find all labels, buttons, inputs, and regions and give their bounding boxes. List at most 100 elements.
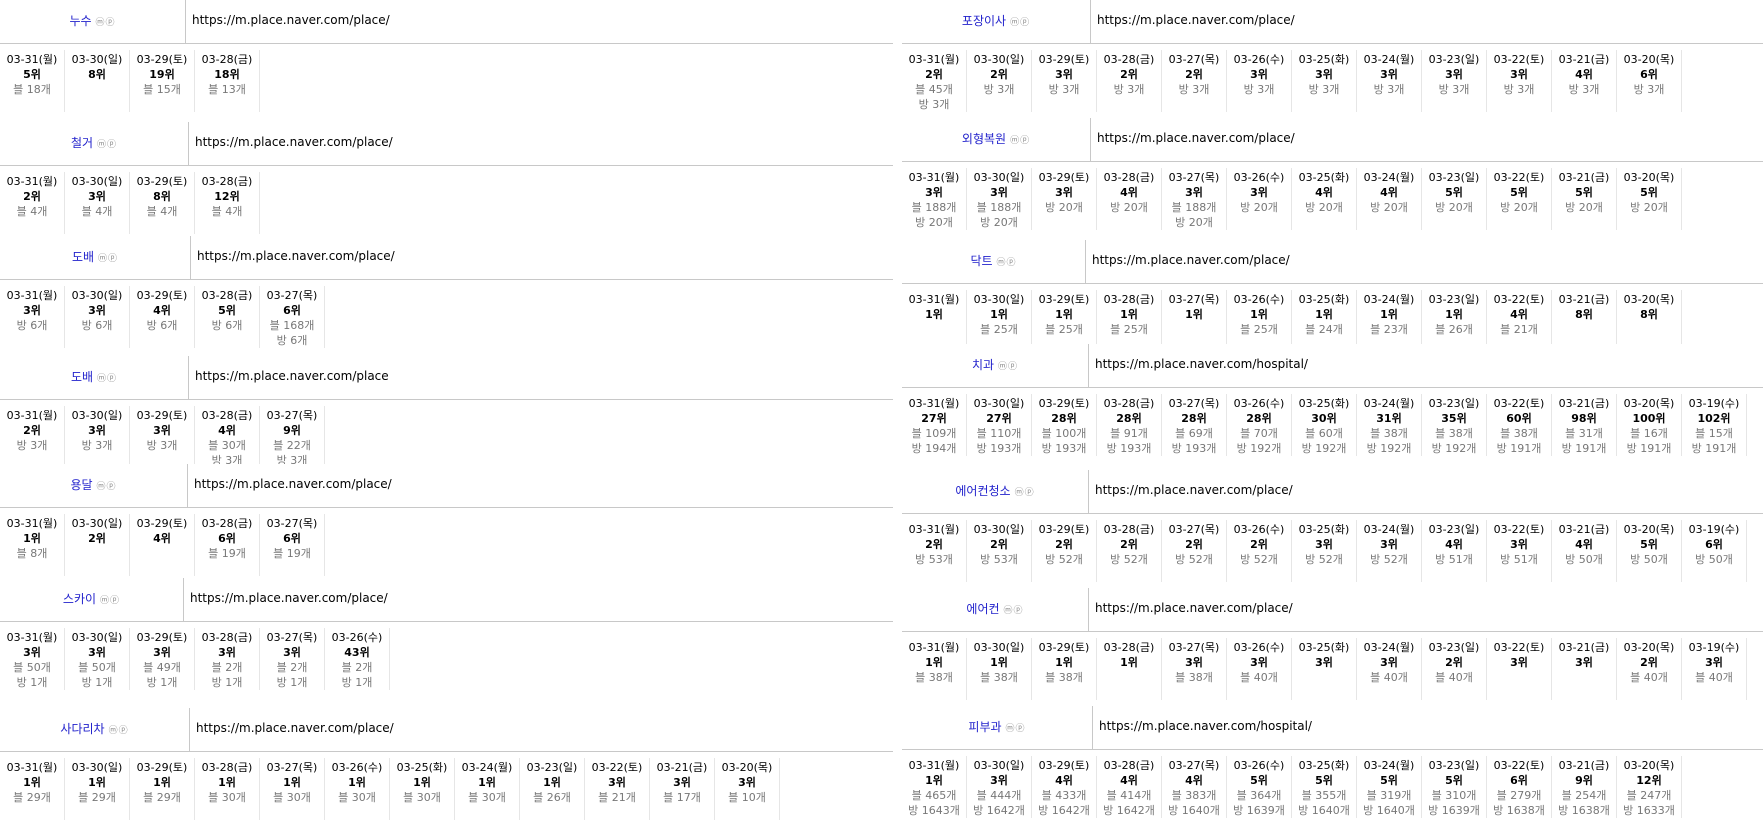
rank-date: 03-30(일) (973, 171, 1025, 184)
mobile-place-icon[interactable]: ⓜⓟ (98, 254, 118, 264)
keyword-link[interactable]: 외형복원 ⓜⓟ (902, 118, 1090, 161)
blog-count: 블 247개 (1626, 789, 1672, 802)
rank-value: 1위 (925, 308, 943, 321)
rank-value: 28위 (1116, 412, 1142, 425)
rank-value: 18위 (214, 68, 240, 81)
keyword-label: 사다리차 (60, 722, 105, 736)
rank-value: 6위 (283, 532, 301, 545)
keyword-link[interactable]: 용달 ⓜⓟ (0, 464, 187, 507)
mobile-place-icon[interactable]: ⓜⓟ (1010, 136, 1030, 146)
room-count (967, 685, 1031, 700)
keyword-link[interactable]: 도배 ⓜⓟ (0, 356, 188, 399)
rank-value: 3위 (1510, 656, 1528, 669)
place-url-link[interactable]: https://m.place.naver.com/place/ (185, 0, 893, 43)
rank-value: 2위 (1185, 538, 1203, 551)
place-url-link[interactable]: https://m.place.naver.com/place/ (188, 122, 893, 165)
rank-date: 03-24(월) (1363, 171, 1415, 184)
place-url-link[interactable]: https://m.place.naver.com/place/ (1088, 470, 1763, 513)
place-url-link[interactable]: https://m.place.naver.com/place/ (187, 464, 893, 507)
keyword-link[interactable]: 스카이 ⓜⓟ (0, 578, 183, 621)
keyword-link[interactable]: 치과 ⓜⓟ (902, 344, 1088, 387)
mobile-place-icon[interactable]: ⓜⓟ (998, 362, 1018, 372)
place-url-link[interactable]: https://m.place.naver.com/place/ (183, 578, 893, 621)
rank-value: 2위 (1120, 68, 1138, 81)
mobile-place-icon[interactable]: ⓜⓟ (109, 726, 129, 736)
keyword-link[interactable]: 닥트 ⓜⓟ (902, 240, 1085, 283)
rank-cell: 03-21(금) 3위 (1552, 638, 1617, 700)
rank-date: 03-21(금) (1558, 641, 1610, 654)
rank-cell: 03-30(일) 1위 블 38개 (967, 638, 1032, 700)
mobile-place-icon[interactable]: ⓜⓟ (997, 258, 1017, 268)
room-count: 방 191개 (1561, 442, 1607, 455)
mobile-place-icon[interactable]: ⓜⓟ (97, 374, 117, 384)
keyword-link[interactable]: 누수 ⓜⓟ (0, 0, 185, 43)
rank-cell: 03-29(토) 4위 블 433개 방 1642개 (1032, 756, 1097, 818)
rank-history: 03-31(월) 2위 방 3개 03-30(일) 3위 방 3개 03-29(토) 3위 방 … (0, 406, 325, 468)
rank-value: 28위 (1246, 412, 1272, 425)
room-count: 방 191개 (1626, 442, 1672, 455)
place-url-link[interactable]: https://m.place.naver.com/place/ (1085, 240, 1763, 283)
room-count (1032, 337, 1096, 344)
rank-date: 03-25(화) (1298, 397, 1350, 410)
room-count (1422, 567, 1486, 582)
rank-value: 1위 (1380, 308, 1398, 321)
rank-date: 03-29(토) (136, 175, 188, 188)
mobile-place-icon[interactable]: ⓜⓟ (97, 140, 117, 150)
place-url-link[interactable]: https://m.place.naver.com/place/ (1088, 588, 1763, 631)
keyword-label: 용달 (70, 478, 93, 492)
keyword-link[interactable]: 도배 ⓜⓟ (0, 236, 190, 279)
rank-cell: 03-20(목) 100위 블 16개 방 191개 (1617, 394, 1682, 456)
rank-value: 2위 (990, 538, 1008, 551)
rank-date: 03-20(목) (1623, 523, 1675, 536)
rank-value: 35위 (1441, 412, 1467, 425)
blog-count: 방 6개 (16, 319, 48, 332)
rank-date: 03-20(목) (1623, 293, 1675, 306)
place-url-link[interactable]: https://m.place.naver.com/place/ (1090, 118, 1763, 161)
mobile-place-icon[interactable]: ⓜⓟ (100, 596, 120, 606)
rank-value: 3위 (1055, 186, 1073, 199)
room-count (967, 97, 1031, 112)
keyword-label: 피부과 (968, 720, 1002, 734)
keyword-link[interactable]: 에어컨청소 ⓜⓟ (902, 470, 1088, 513)
rank-cell: 03-29(토) 3위 방 20개 (1032, 168, 1097, 230)
room-count (1357, 97, 1421, 112)
rank-date: 03-29(토) (136, 289, 188, 302)
place-url-link[interactable]: https://m.place.naver.com/hospital/ (1092, 706, 1763, 749)
mobile-place-icon[interactable]: ⓜⓟ (97, 482, 117, 492)
blog-count: 블 23개 (1370, 323, 1408, 336)
place-url-link[interactable]: https://m.place.naver.com/place/ (1090, 0, 1763, 43)
mobile-place-icon[interactable]: ⓜⓟ (1006, 724, 1026, 734)
rank-date: 03-23(일) (1428, 759, 1480, 772)
place-url-link[interactable]: https://m.place.naver.com/place (188, 356, 893, 399)
place-url-link[interactable]: https://m.place.naver.com/place/ (190, 236, 893, 279)
mobile-place-icon[interactable]: ⓜⓟ (96, 18, 116, 28)
keyword-link[interactable]: 피부과 ⓜⓟ (902, 706, 1092, 749)
keyword-link[interactable]: 포장이사 ⓜⓟ (902, 0, 1090, 43)
rank-cell: 03-21(금) 4위 방 3개 (1552, 50, 1617, 112)
rank-date: 03-28(금) (1103, 171, 1155, 184)
mobile-place-icon[interactable]: ⓜⓟ (1015, 488, 1035, 498)
mobile-place-icon[interactable]: ⓜⓟ (1004, 606, 1024, 616)
rank-cell: 03-27(목) 2위 방 52개 (1162, 520, 1227, 582)
keyword-link[interactable]: 철거 ⓜⓟ (0, 122, 188, 165)
room-count (650, 805, 714, 820)
rank-cell: 03-31(월) 1위 블 465개 방 1643개 (902, 756, 967, 818)
blog-count: 블 30개 (403, 791, 441, 804)
rank-value: 2위 (1185, 68, 1203, 81)
rank-cell: 03-23(일) 35위 블 38개 방 192개 (1422, 394, 1487, 456)
blog-count: 블 30개 (208, 791, 246, 804)
blog-count: 블 30개 (338, 791, 376, 804)
rank-date: 03-31(월) (908, 641, 960, 654)
rank-cell: 03-23(일) 1위 블 26개 (520, 758, 585, 820)
mobile-place-icon[interactable]: ⓜⓟ (1010, 18, 1030, 28)
keyword-link[interactable]: 사다리차 ⓜⓟ (0, 708, 189, 751)
keyword-label: 누수 (69, 14, 92, 28)
blog-count: 블 279개 (1496, 789, 1542, 802)
rank-cell: 03-21(금) 3위 블 17개 (650, 758, 715, 820)
blog-count: 방 52개 (1175, 553, 1213, 566)
rank-value: 3위 (1705, 656, 1723, 669)
place-url-link[interactable]: https://m.place.naver.com/hospital/ (1088, 344, 1763, 387)
blog-count (1292, 670, 1356, 685)
place-url-link[interactable]: https://m.place.naver.com/place/ (189, 708, 893, 751)
keyword-link[interactable]: 에어컨 ⓜⓟ (902, 588, 1088, 631)
